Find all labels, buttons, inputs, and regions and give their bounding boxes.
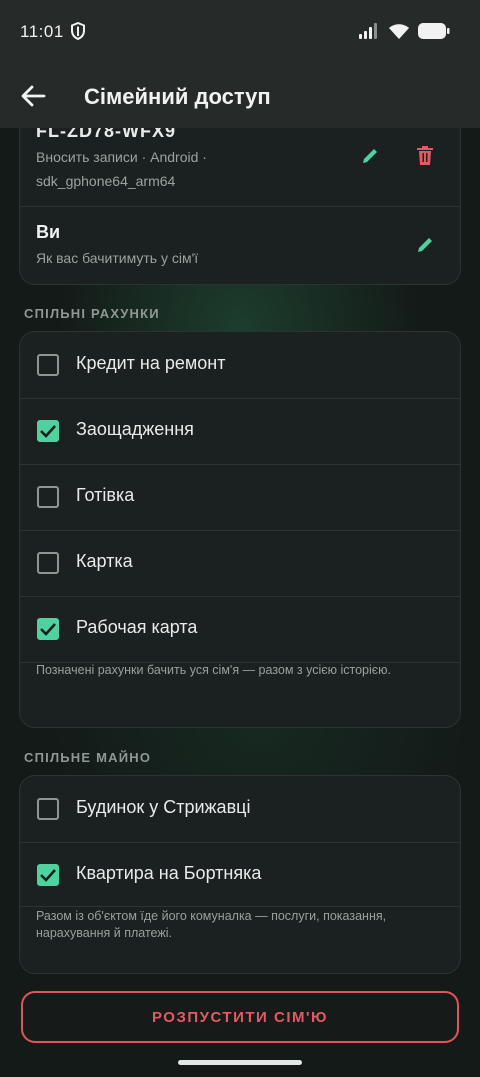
checkbox[interactable] [37,486,59,508]
account-row-0[interactable]: Кредит на ремонт [19,332,461,398]
wifi-icon [389,23,409,39]
battery-icon [418,23,450,39]
scroll-content[interactable]: FL-ZD78-WFX9 Вносить записи · Android · … [0,0,480,1077]
check-icon [40,869,56,882]
check-icon [40,425,56,438]
account-row-3[interactable]: Картка [19,530,461,596]
checkbox[interactable] [37,798,59,820]
account-label: Кредит на ремонт [76,353,226,373]
app-bar: Сімейний доступ [0,64,480,128]
device-meta: Вносить записи · Android · [36,149,207,165]
back-arrow-icon[interactable] [20,84,46,108]
account-label: Готівка [76,485,135,505]
account-label: Картка [76,551,133,571]
status-bar: 11:01 [0,0,480,64]
shield-icon [71,22,85,40]
account-label: Заощадження [76,419,194,439]
shared-property-label: СПІЛЬНЕ МАЙНО [24,750,152,765]
you-sub: Як вас бачитимуть у сім'ї [36,250,199,266]
property-row-1[interactable]: Квартира на Бортняка [19,842,461,908]
dissolve-family-button[interactable]: РОЗПУСТИТИ СІМ'Ю [21,991,459,1043]
property-label: Квартира на Бортняка [76,863,262,883]
check-icon [40,623,56,636]
edit-device-pencil-icon[interactable] [360,146,380,166]
checkbox[interactable] [37,552,59,574]
shared-accounts-label: СПІЛЬНІ РАХУНКИ [24,306,160,321]
property-label: Будинок у Стрижавці [76,797,251,817]
status-time: 11:01 [20,22,64,41]
device-model: sdk_gphone64_arm64 [36,173,176,189]
account-row-1[interactable]: Заощадження [19,398,461,464]
shared-accounts-note: Позначені рахунки бачить уся сім'я — раз… [36,663,391,677]
page-title: Сімейний доступ [84,84,271,109]
delete-device-trash-icon[interactable] [416,146,434,166]
row-divider [20,906,460,907]
system-icons [358,22,450,40]
checkbox-checked[interactable] [37,618,59,640]
checkbox-checked[interactable] [37,864,59,886]
member-divider [20,206,460,207]
edit-you-pencil-icon[interactable] [415,235,435,255]
account-row-4[interactable]: Рабочая карта [19,596,461,662]
checkbox[interactable] [37,354,59,376]
shared-property-note: Разом із об'єктом їде його комуналка — п… [36,909,387,940]
checkbox-checked[interactable] [37,420,59,442]
you-name: Ви [36,222,61,242]
account-row-2[interactable]: Готівка [19,464,461,530]
signal-icon [359,23,377,39]
property-row-0[interactable]: Будинок у Стрижавці [19,776,461,842]
account-label: Рабочая карта [76,617,198,637]
